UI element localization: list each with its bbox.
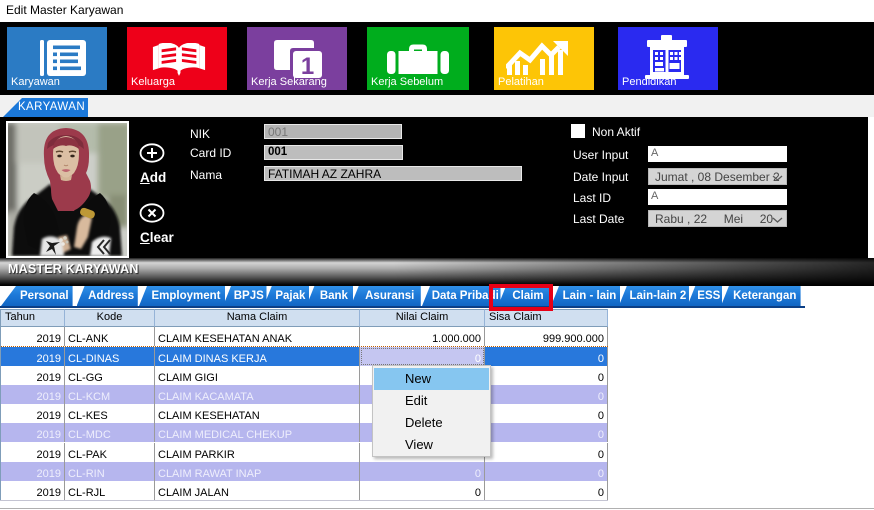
svg-text:1: 1 — [301, 53, 314, 78]
